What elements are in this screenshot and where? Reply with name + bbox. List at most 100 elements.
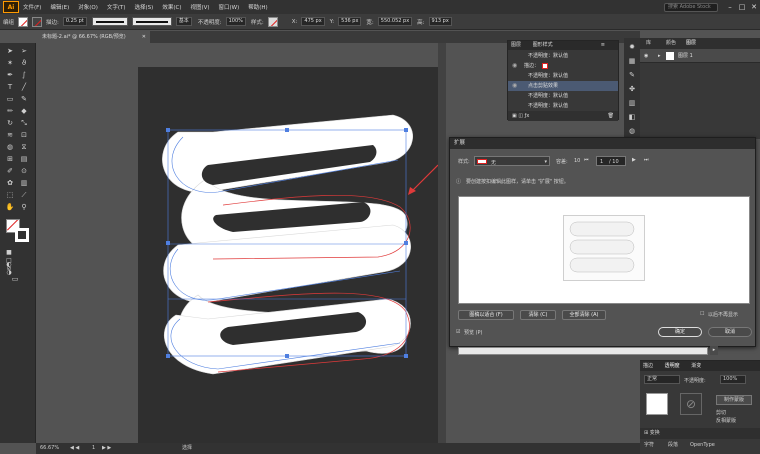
align-icon[interactable]: ▥ — [627, 98, 637, 108]
free-transform-icon[interactable]: ⊡ — [19, 131, 29, 139]
fill-stroke-swatches[interactable] — [6, 219, 30, 243]
tab-color[interactable]: 颜色 — [666, 38, 676, 49]
eye-icon[interactable]: ◉ — [644, 49, 648, 63]
brush-icon[interactable]: ✎ — [19, 95, 29, 103]
graph-icon[interactable]: ▥ — [19, 179, 29, 187]
menu-window[interactable]: 窗口(W) — [219, 3, 240, 11]
menu-object[interactable]: 对象(O) — [78, 3, 98, 11]
eye-icon[interactable]: ◉ — [512, 81, 517, 91]
tab-libraries[interactable]: 库 — [646, 38, 651, 49]
stroke-color-swatch[interactable] — [15, 228, 29, 242]
preset-select[interactable]: 无 ▾ — [474, 156, 550, 166]
clear-button[interactable]: 清除 (C) — [520, 310, 556, 320]
appearance-row[interactable]: 不透明度：默认值 — [508, 91, 618, 101]
tab-stroke[interactable]: 描边 — [643, 363, 653, 369]
opacity-field-right[interactable]: 100% — [720, 375, 746, 384]
artwork-svg[interactable] — [138, 67, 438, 447]
cancel-button[interactable]: 取消 — [708, 327, 752, 337]
rotate-icon[interactable]: ↻ — [5, 119, 15, 127]
ok-button[interactable]: 确定 — [658, 327, 702, 337]
stroke-style-field[interactable]: 基本 — [175, 17, 192, 26]
appearance-row[interactable]: 不透明度：默认值 — [508, 71, 618, 81]
stroke-weight-field[interactable]: 0.25 pt — [62, 17, 87, 26]
blend-icon[interactable]: ⊙ — [19, 167, 29, 175]
tab-transparency[interactable]: 透明度 — [665, 363, 680, 369]
magic-wand-icon[interactable]: ✶ — [5, 59, 15, 67]
menu-edit[interactable]: 编辑(E) — [50, 3, 69, 11]
tab-gradient[interactable]: 渐变 — [691, 363, 701, 369]
page-field[interactable]: 1 / 10 — [596, 156, 626, 166]
symbols-icon[interactable]: ✤ — [627, 84, 637, 94]
stroke-swatch[interactable] — [32, 16, 43, 27]
tab-opentype[interactable]: OpenType — [690, 439, 715, 452]
brush-picker[interactable] — [131, 17, 172, 26]
lasso-icon[interactable]: ϑ — [19, 59, 29, 67]
rect-icon[interactable]: ▭ — [5, 95, 15, 103]
vertical-scrollbar[interactable] — [438, 43, 446, 443]
line-icon[interactable]: ╱ — [19, 83, 29, 91]
fit-artwork-button[interactable]: 图稿以适合 (F) — [458, 310, 514, 320]
maximize-icon[interactable]: □ — [736, 3, 748, 11]
appearance-row[interactable]: 不透明度：默认值 — [508, 51, 618, 61]
x-field[interactable]: 475 px — [301, 17, 325, 26]
artboard-number[interactable]: 1 — [92, 443, 95, 454]
appearance-row-selected[interactable]: ◉ 点击剪贴效果 — [508, 81, 618, 91]
artboard-nav-icon[interactable]: ◀ ◀ — [70, 443, 79, 454]
draw-mode-icon[interactable]: ◐ ◑ — [4, 261, 14, 276]
slice-icon[interactable]: ⟋ — [19, 191, 29, 199]
stroke-profile-picker[interactable] — [91, 17, 128, 26]
height-field[interactable]: 913 px — [428, 17, 452, 26]
warp-icon[interactable]: ≋ — [5, 131, 15, 139]
gradient-icon[interactable]: ▤ — [19, 155, 29, 163]
mesh-icon[interactable]: ⊞ — [5, 155, 15, 163]
panel-menu-icon[interactable]: ≡ — [601, 41, 605, 50]
minimize-icon[interactable]: – — [724, 3, 736, 11]
pencil-icon[interactable]: ✏ — [5, 107, 15, 115]
graphic-style-swatch[interactable] — [267, 16, 278, 27]
first-page-icon[interactable]: ⏮ — [584, 157, 589, 163]
swatches-icon[interactable]: ▦ — [627, 56, 637, 66]
appearance-row[interactable]: ◉ 描边： — [508, 61, 618, 71]
menu-select[interactable]: 选择(S) — [135, 3, 154, 11]
expand-icon[interactable]: ▸ — [658, 49, 661, 63]
zoom-level[interactable]: 66.67% — [40, 443, 59, 454]
menu-effect[interactable]: 效果(C) — [162, 3, 181, 11]
appearance-row[interactable]: 不透明度：默认值 — [508, 101, 618, 111]
shape-builder-icon[interactable]: ◍ — [5, 143, 15, 151]
tab-layers-right[interactable]: 图层 — [686, 38, 696, 49]
fill-swatch[interactable] — [18, 16, 29, 27]
menu-view[interactable]: 视图(V) — [190, 3, 209, 11]
menu-type[interactable]: 文字(T) — [107, 3, 126, 11]
color-mode-icon[interactable]: ■ □ ⊘ — [4, 249, 14, 272]
delete-icon[interactable]: 🗑 — [608, 111, 614, 121]
y-field[interactable]: 536 px — [338, 17, 362, 26]
transform-panel-header[interactable]: ⊞ 变换 — [640, 428, 760, 439]
width-field[interactable]: 550.052 px — [377, 17, 413, 26]
document-tab[interactable]: 未标题-2.ai* @ 66.67% (RGB/预览) ✕ — [38, 31, 150, 43]
appearance-icon[interactable]: ◍ — [627, 126, 637, 136]
tab-layers[interactable]: 图层 — [511, 42, 521, 48]
tab-graphic-styles[interactable]: 图形样式 — [533, 42, 553, 48]
close-icon[interactable]: ✕ — [748, 3, 760, 11]
blend-mode-select[interactable]: 正常 — [644, 375, 680, 384]
eye-icon[interactable]: ◉ — [512, 61, 517, 71]
menu-file[interactable]: 文件(F) — [23, 3, 41, 11]
disable-checkbox[interactable]: ☐ — [700, 311, 704, 317]
screen-mode-icon[interactable]: ▭ — [10, 275, 20, 283]
horizontal-field[interactable] — [458, 347, 708, 355]
eraser-icon[interactable]: ◆ — [19, 107, 29, 115]
opacity-field[interactable]: 100% — [225, 17, 246, 26]
menu-help[interactable]: 帮助(H) — [248, 3, 267, 11]
stock-search-input[interactable]: 搜索 Adobe Stock — [664, 2, 718, 12]
tab-character[interactable]: 字符 — [644, 439, 654, 452]
selection-arrow-icon[interactable]: ➤ — [5, 47, 15, 55]
zoom-icon[interactable]: ⚲ — [19, 203, 29, 211]
field-stepper-icon[interactable]: ▸ — [710, 346, 718, 355]
last-page-icon[interactable]: ⏭ — [644, 157, 649, 163]
layer-row-1[interactable]: ◉ ▸ 图层 1 — [640, 49, 760, 63]
stroke-none-swatch[interactable] — [542, 63, 548, 69]
color-wheel-icon[interactable]: ✹ — [627, 42, 637, 52]
brushes-icon[interactable]: ✎ — [627, 70, 637, 80]
scale-icon[interactable]: ⤡ — [19, 119, 29, 127]
symbol-icon[interactable]: ✿ — [5, 179, 15, 187]
